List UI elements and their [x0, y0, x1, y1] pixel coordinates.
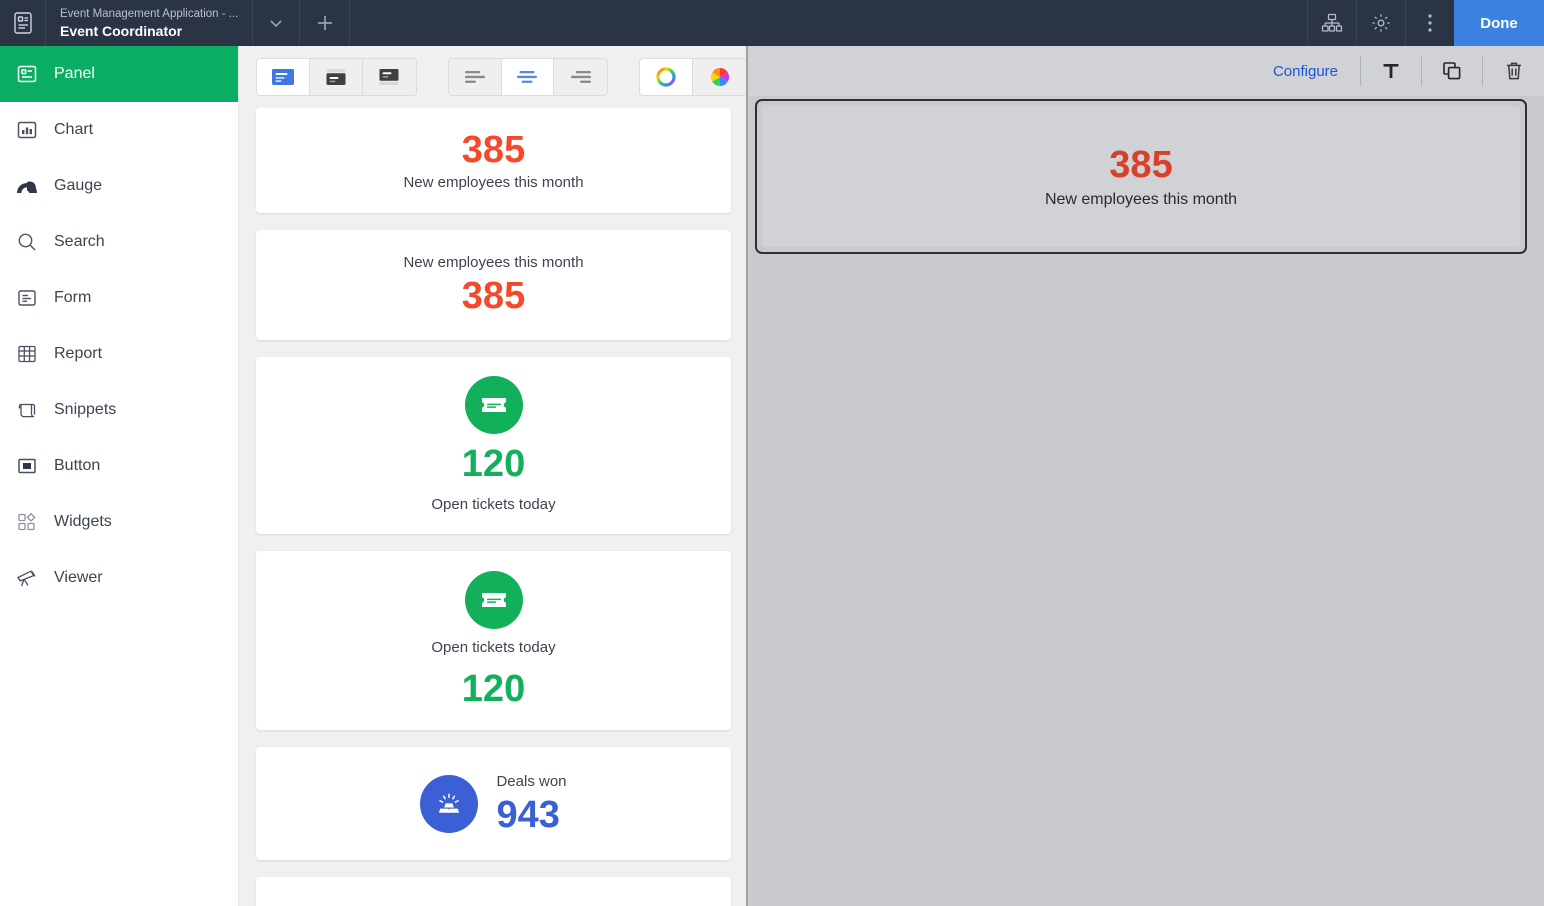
sidebar-item-label: Viewer	[54, 570, 103, 586]
ticket-icon	[465, 376, 523, 434]
ticket-icon	[465, 571, 523, 629]
card-partial-next[interactable]	[256, 877, 731, 906]
sidebar-item-label: Chart	[54, 122, 93, 138]
card-number: 120	[462, 667, 525, 711]
layout-footer-icon[interactable]	[363, 59, 416, 95]
card-label: New employees this month	[403, 252, 583, 274]
card-number: 385	[462, 128, 525, 172]
sidebar-item-form[interactable]: Form	[0, 270, 238, 326]
form-icon	[14, 285, 40, 311]
card-row: Deals won 943	[420, 771, 566, 837]
widget-number: 385	[1109, 142, 1172, 188]
tab-title: Event Coordinator	[60, 22, 238, 40]
search-icon	[14, 229, 40, 255]
widget-card-list[interactable]: 385 New employees this month New employe…	[239, 108, 748, 906]
more-vertical-icon[interactable]	[1405, 0, 1454, 46]
sidebar-item-report[interactable]: Report	[0, 326, 238, 382]
card-number: 120	[462, 442, 525, 486]
sidebar: Panel Chart Gauge	[0, 46, 239, 906]
card-label: New employees this month	[403, 172, 583, 194]
snippets-icon	[14, 397, 40, 423]
sidebar-item-label: Panel	[54, 66, 95, 82]
design-canvas[interactable]: 385 New employees this month	[748, 96, 1544, 906]
layout-variant-group	[256, 58, 417, 96]
card-new-employees-label-top[interactable]: New employees this month 385	[256, 230, 731, 340]
sidebar-item-chart[interactable]: Chart	[0, 102, 238, 158]
card-number: 943	[496, 793, 559, 837]
plus-icon[interactable]	[300, 0, 350, 46]
widget-label: New employees this month	[1045, 188, 1237, 212]
selected-widget-body: 385 New employees this month	[762, 106, 1520, 247]
sidebar-item-widgets[interactable]: Widgets	[0, 494, 238, 550]
preview-toolbar	[239, 46, 747, 108]
layout-plain-icon[interactable]	[257, 59, 310, 95]
active-tab[interactable]: Event Management Application - ... Event…	[46, 0, 252, 46]
panel-icon	[14, 61, 40, 87]
text-tool-icon[interactable]	[1361, 56, 1422, 86]
gear-icon[interactable]	[1356, 0, 1405, 46]
sidebar-item-snippets[interactable]: Snippets	[0, 382, 238, 438]
widgets-icon	[14, 509, 40, 535]
button-icon	[14, 453, 40, 479]
color-filled-icon[interactable]	[693, 59, 746, 95]
sidebar-item-label: Form	[54, 290, 91, 306]
card-text-block: Deals won 943	[496, 771, 566, 837]
app-logo-icon[interactable]	[0, 0, 46, 46]
sidebar-item-search[interactable]: Search	[0, 214, 238, 270]
top-bar: Event Management Application - ... Event…	[0, 0, 1544, 46]
report-icon	[14, 341, 40, 367]
sidebar-item-label: Search	[54, 234, 105, 250]
selected-widget[interactable]: 385 New employees this month	[755, 99, 1527, 254]
card-label: Open tickets today	[431, 637, 555, 659]
sidebar-item-viewer[interactable]: Viewer	[0, 550, 238, 606]
top-bar-spacer	[350, 0, 1307, 46]
color-outline-icon[interactable]	[640, 59, 693, 95]
card-new-employees-number-top[interactable]: 385 New employees this month	[256, 108, 731, 213]
sidebar-item-panel[interactable]: Panel	[0, 46, 238, 102]
tab-subtitle: Event Management Application - ...	[60, 7, 238, 22]
card-number: 385	[462, 274, 525, 318]
viewer-icon	[14, 565, 40, 591]
done-button[interactable]: Done	[1454, 0, 1544, 46]
card-open-tickets-icon-label-number[interactable]: Open tickets today 120	[256, 551, 731, 730]
card-label: Open tickets today	[431, 494, 555, 516]
text-align-group	[448, 58, 609, 96]
align-center-icon[interactable]	[502, 59, 555, 95]
delete-icon[interactable]	[1483, 56, 1544, 86]
card-open-tickets-icon-top[interactable]: 120 Open tickets today	[256, 357, 731, 534]
sidebar-item-label: Report	[54, 346, 102, 362]
duplicate-icon[interactable]	[1422, 56, 1483, 86]
canvas-toolbar: Configure	[748, 46, 1544, 96]
layout-header-icon[interactable]	[310, 59, 363, 95]
align-right-icon[interactable]	[554, 59, 607, 95]
color-mode-group	[639, 58, 747, 96]
card-deals-won[interactable]: Deals won 943	[256, 747, 731, 860]
align-left-icon[interactable]	[449, 59, 502, 95]
sitemap-icon[interactable]	[1307, 0, 1356, 46]
gold-bars-icon	[420, 775, 478, 833]
sidebar-item-gauge[interactable]: Gauge	[0, 158, 238, 214]
sidebar-item-label: Snippets	[54, 402, 116, 418]
sidebar-item-label: Gauge	[54, 178, 102, 194]
sidebar-item-button[interactable]: Button	[0, 438, 238, 494]
card-label: Deals won	[496, 771, 566, 793]
gauge-icon	[14, 173, 40, 199]
configure-link[interactable]: Configure	[1263, 56, 1361, 86]
widget-preview-pane: 385 New employees this month New employe…	[239, 46, 748, 906]
chevron-down-icon[interactable]	[252, 0, 300, 46]
sidebar-item-label: Button	[54, 458, 100, 474]
chart-icon	[14, 117, 40, 143]
sidebar-item-label: Widgets	[54, 514, 112, 530]
